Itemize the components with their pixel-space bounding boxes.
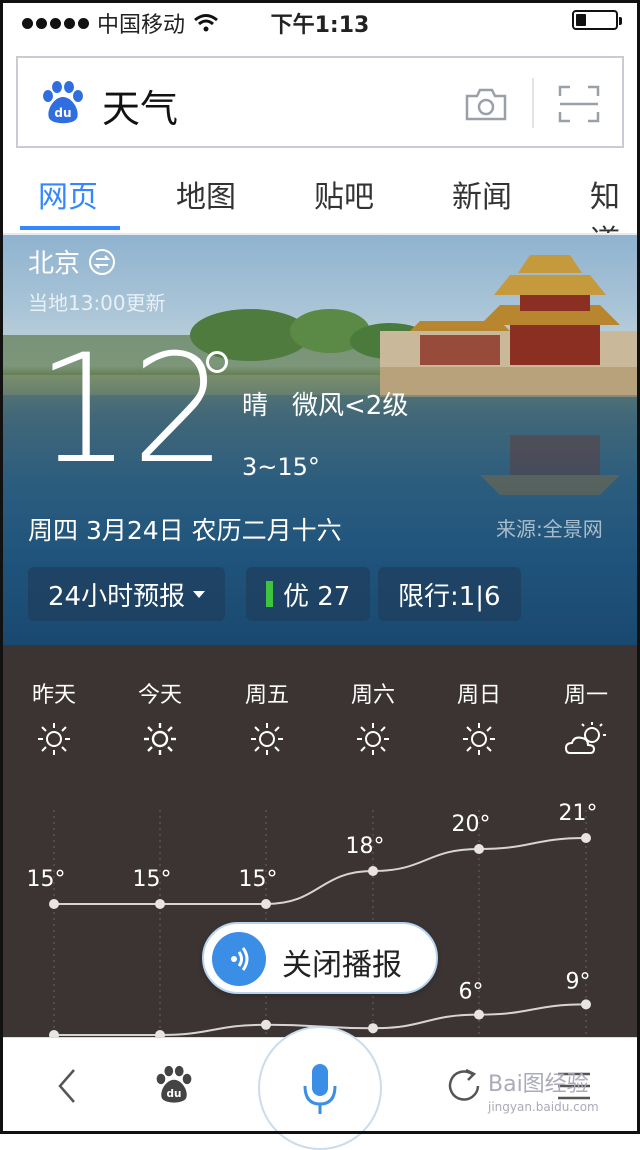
date-label: 周四 3月24日 农历二月十六 <box>28 516 342 545</box>
image-source: 来源:全景网 <box>496 517 603 541</box>
tab-map[interactable]: 地图 <box>176 172 236 216</box>
active-tab-indicator <box>20 226 120 230</box>
status-bar: 中国移动 下午1:13 <box>0 0 640 40</box>
temp-point <box>49 899 59 909</box>
update-time: 当地13:00更新 <box>28 291 166 315</box>
temp-point <box>581 999 591 1010</box>
baidu-home-icon[interactable]: du <box>154 1064 194 1106</box>
category-tabs: 网页 地图 贴吧 新闻 知道 <box>0 150 640 259</box>
close-broadcast-label: 关闭播报 <box>282 948 402 983</box>
temp-label: 21° <box>559 801 598 826</box>
traffic-restriction-chip[interactable]: 限行:1|6 <box>378 567 521 621</box>
temp-point <box>261 1019 271 1030</box>
battery-icon <box>572 10 622 30</box>
degree-symbol <box>206 351 228 373</box>
switch-city-icon[interactable] <box>88 248 116 276</box>
temp-label: 9° <box>566 969 591 994</box>
temperature-range: 3~15° <box>242 453 320 481</box>
temp-label: 15° <box>239 867 278 892</box>
svg-text:du: du <box>54 106 71 120</box>
watermark-url: jingyan.baidu.com <box>488 1100 599 1114</box>
aqi-label: 优 27 <box>283 581 351 612</box>
temp-point <box>581 833 591 843</box>
camera-icon[interactable] <box>464 86 508 122</box>
broadcast-icon <box>212 932 266 986</box>
tab-tieba[interactable]: 贴吧 <box>314 172 374 216</box>
temp-point <box>261 899 271 909</box>
search-query[interactable]: 天气 <box>102 78 178 133</box>
restriction-label: 限行:1|6 <box>398 581 501 612</box>
baidu-paw-logo: du <box>43 81 83 124</box>
voice-search-button[interactable] <box>258 1026 382 1150</box>
temp-label: 15° <box>133 867 172 892</box>
temp-point <box>155 899 165 909</box>
search-bar[interactable]: du 天气 <box>16 56 624 148</box>
temp-point <box>155 1030 165 1037</box>
tab-web[interactable]: 网页 <box>38 172 98 216</box>
temp-label: 18° <box>346 834 385 859</box>
tab-news[interactable]: 新闻 <box>452 172 512 216</box>
current-temperature: 12 <box>36 323 227 497</box>
microphone-icon <box>303 1064 337 1114</box>
svg-text:du: du <box>167 1088 182 1100</box>
temp-label: 20° <box>452 812 491 837</box>
aqi-chip[interactable]: 优 27 <box>246 567 371 621</box>
refresh-icon[interactable] <box>444 1066 484 1106</box>
hourly-forecast-button[interactable]: 24小时预报 <box>28 567 226 621</box>
back-icon[interactable] <box>52 1066 82 1106</box>
scan-icon[interactable] <box>558 84 600 124</box>
city-name[interactable]: 北京 <box>28 243 80 280</box>
watermark-logo: Bai图经验 <box>488 1072 589 1097</box>
status-time: 下午1:13 <box>270 13 370 38</box>
hourly-forecast-label: 24小时预报 <box>48 581 186 612</box>
temp-point <box>49 1030 59 1037</box>
aqi-bar-icon <box>266 581 273 607</box>
temp-label: 6° <box>459 980 484 1005</box>
temp-point <box>368 866 378 876</box>
temp-label: 15° <box>27 867 66 892</box>
weather-condition: 晴 <box>242 391 269 421</box>
temp-point <box>474 844 484 854</box>
temp-point <box>368 1023 378 1034</box>
search-divider <box>532 78 534 128</box>
dropdown-caret-icon <box>193 590 206 598</box>
weather-card[interactable]: 北京 当地13:00更新 12 晴 微风<2级 3~15° 周四 3月24日 农… <box>0 235 640 645</box>
wind-level: 微风<2级 <box>292 391 409 421</box>
close-broadcast-button[interactable]: 关闭播报 <box>202 922 438 994</box>
temp-point <box>474 1009 484 1020</box>
